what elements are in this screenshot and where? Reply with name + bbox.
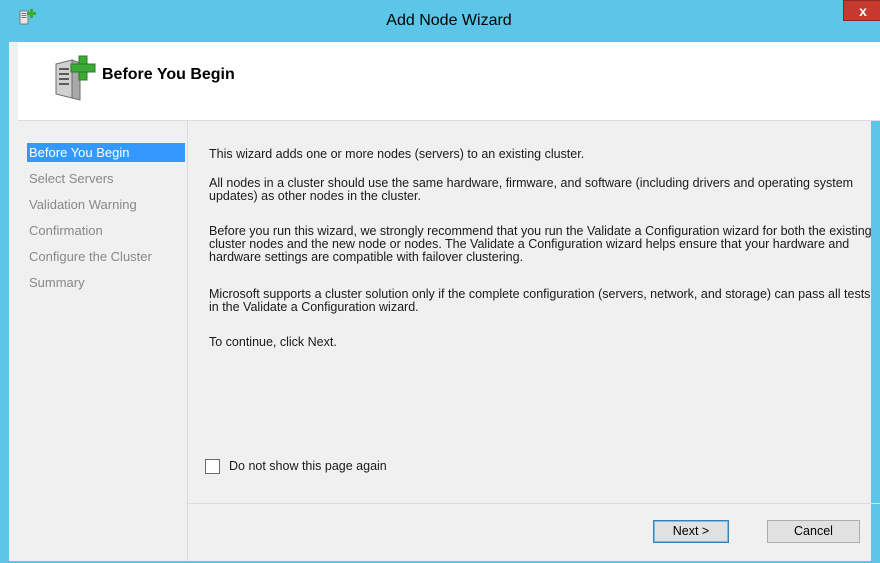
window-title: Add Node Wizard bbox=[386, 12, 512, 29]
step-validation-warning[interactable]: Validation Warning bbox=[27, 195, 185, 214]
wizard-header: Before You Begin bbox=[18, 42, 880, 120]
support-note-text: Microsoft supports a cluster solution on… bbox=[209, 287, 871, 314]
dont-show-checkbox[interactable] bbox=[205, 459, 220, 474]
step-confirmation[interactable]: Confirmation bbox=[27, 221, 185, 240]
next-button[interactable]: Next > bbox=[653, 520, 729, 543]
footer-divider bbox=[188, 503, 880, 504]
hardware-note-text: All nodes in a cluster should use the sa… bbox=[209, 176, 854, 203]
intro-text: This wizard adds one or more nodes (serv… bbox=[209, 147, 585, 161]
continue-instruction-text: To continue, click Next. bbox=[209, 335, 337, 349]
cancel-button[interactable]: Cancel bbox=[767, 520, 860, 543]
title-bar[interactable]: Add Node Wizard x bbox=[9, 0, 880, 42]
step-summary[interactable]: Summary bbox=[27, 273, 185, 292]
close-icon: x bbox=[859, 2, 867, 19]
wizard-content: This wizard adds one or more nodes (serv… bbox=[188, 121, 880, 501]
step-select-servers[interactable]: Select Servers bbox=[27, 169, 185, 188]
step-configure-the-cluster[interactable]: Configure the Cluster bbox=[27, 247, 185, 266]
wizard-steps-sidebar: Before You Begin Select Servers Validati… bbox=[18, 121, 188, 561]
close-button[interactable]: x bbox=[843, 0, 880, 21]
server-add-icon bbox=[55, 55, 96, 101]
dont-show-label[interactable]: Do not show this page again bbox=[229, 459, 387, 473]
validate-recommendation-text: Before you run this wizard, we strongly … bbox=[209, 224, 872, 264]
add-node-wizard-window: Add Node Wizard x Before You Begin Befor… bbox=[0, 0, 880, 563]
step-before-you-begin[interactable]: Before You Begin bbox=[27, 143, 185, 162]
page-title: Before You Begin bbox=[102, 66, 235, 83]
